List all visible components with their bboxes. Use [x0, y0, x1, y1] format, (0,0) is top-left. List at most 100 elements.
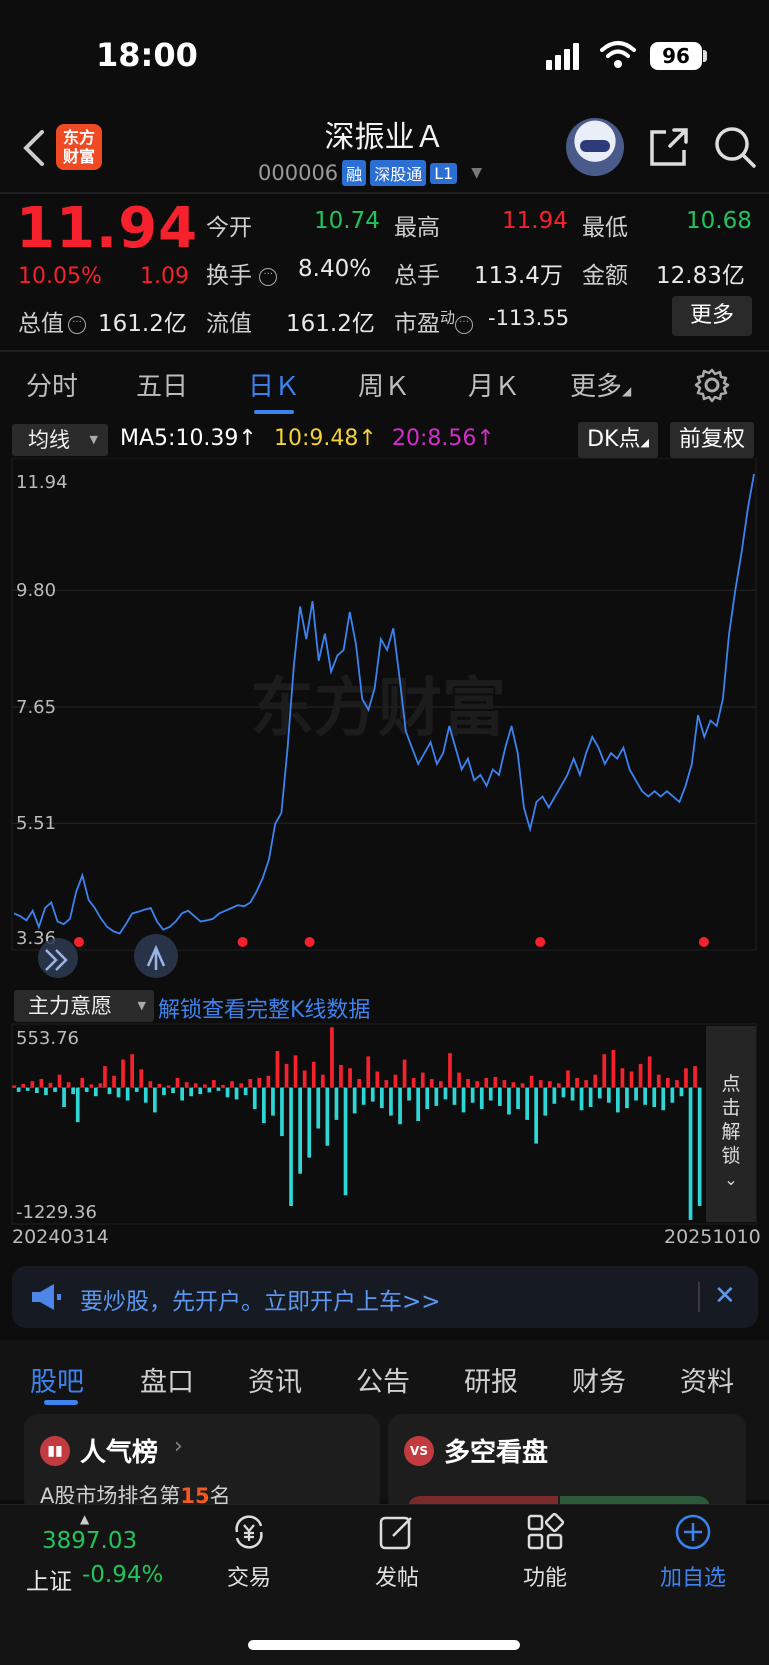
indicator-bar	[216, 1087, 221, 1091]
indicator-bar	[248, 1079, 253, 1088]
index-change[interactable]: -0.94%	[82, 1562, 163, 1588]
tab-order-book[interactable]: 盘口	[140, 1360, 194, 1399]
indicator-bar	[66, 1082, 71, 1088]
indicator-bar	[634, 1087, 638, 1101]
y-tick-label: 5.51	[16, 813, 56, 834]
dk-point-button[interactable]: DK点◢	[578, 422, 658, 458]
tab-announcements[interactable]: 公告	[356, 1360, 410, 1399]
indicator-bar	[84, 1087, 89, 1092]
corner-caret-icon: ◢	[622, 384, 632, 398]
indicator-bar	[411, 1077, 416, 1088]
info-icon[interactable]: ···	[259, 268, 278, 286]
high-label: 最高	[394, 215, 440, 241]
robot-eyes	[580, 140, 610, 152]
indicator-bar	[48, 1082, 53, 1088]
indicator-bar	[684, 1068, 688, 1088]
side-unlock-char: 击	[721, 1097, 741, 1119]
indicator-bar	[625, 1087, 629, 1109]
tab-daily-k[interactable]: 日Ｋ	[248, 366, 300, 403]
indicator-bar	[134, 1087, 139, 1092]
indicator-bar	[488, 1087, 493, 1101]
ma10-text: 10:9.48	[274, 426, 359, 451]
tab-financials[interactable]: 财务	[572, 1360, 626, 1399]
chart-grid	[11, 458, 757, 1225]
share-icon[interactable]	[646, 124, 692, 170]
scroll-left-button[interactable]	[38, 938, 78, 978]
indicator-bar	[198, 1087, 203, 1095]
nav-trade[interactable]: 交易	[194, 1512, 304, 1592]
nav-trade-label: 交易	[226, 1566, 271, 1591]
indicator-bar	[80, 1077, 85, 1088]
indicator-bar	[239, 1083, 243, 1088]
indicator-bar	[284, 1063, 289, 1088]
indicator-bar	[429, 1079, 434, 1088]
tab-more[interactable]: 更多◢	[570, 366, 631, 403]
indicator-bar	[588, 1087, 593, 1107]
close-icon[interactable]: ✕	[714, 1282, 742, 1312]
indicator-select[interactable]: 主力意愿 ▼	[14, 990, 154, 1022]
indicator-bar	[12, 1085, 16, 1088]
tab-five-day[interactable]: 五日	[136, 366, 188, 403]
indicator-bar	[234, 1087, 239, 1100]
indicator-bar	[402, 1059, 407, 1088]
nav-add-watchlist[interactable]: 加自选	[638, 1512, 748, 1592]
indicator-bar	[375, 1071, 380, 1088]
tab-news[interactable]: 资讯	[248, 1360, 302, 1399]
indicator-bar	[289, 1087, 293, 1206]
nav-functions[interactable]: 功能	[490, 1512, 600, 1592]
info-icon[interactable]: ···	[455, 316, 474, 334]
indicator-bar	[25, 1087, 30, 1091]
tab-profile[interactable]: 资料	[680, 1360, 734, 1399]
indicator-bar	[107, 1087, 112, 1095]
tab-intraday[interactable]: 分时	[26, 366, 78, 403]
indicator-bar	[461, 1087, 466, 1113]
tab-research[interactable]: 研报	[464, 1360, 518, 1399]
indicator-bar	[384, 1080, 389, 1088]
indicator-bar	[602, 1054, 607, 1088]
tab-weekly-k[interactable]: 周Ｋ	[358, 366, 410, 403]
kline-chart[interactable]: 东方财富 11.949.807.655.513.36 553.76-1229.3…	[0, 458, 769, 1228]
indicator-bar	[566, 1070, 570, 1088]
active-tab-underline	[254, 410, 294, 414]
indicator-bar	[670, 1087, 675, 1103]
plus-circle-icon	[675, 1514, 711, 1550]
dropdown-caret-icon: ▼	[89, 433, 98, 446]
info-icon[interactable]: ···	[68, 316, 86, 334]
adjust-button[interactable]: 前复权	[670, 422, 754, 458]
compose-icon	[379, 1516, 412, 1550]
search-icon[interactable]	[712, 124, 758, 170]
tab-monthly-k[interactable]: 月Ｋ	[468, 366, 520, 403]
nav-post[interactable]: 发帖	[342, 1512, 452, 1592]
side-unlock-button[interactable]: 点 击 解 锁 ⌄	[706, 1026, 756, 1222]
stock-code-row[interactable]: 000006 融 深股通 L1 ▼	[258, 160, 482, 186]
indicator-y-ticks: 553.76 -1229.36	[16, 1028, 97, 1223]
indicator-bar	[443, 1087, 448, 1100]
index-value[interactable]: 3897.03	[42, 1528, 137, 1554]
indicator-bar	[343, 1087, 348, 1196]
signal-marker	[698, 937, 709, 947]
indicator-bar	[620, 1068, 625, 1088]
popularity-card[interactable]: ▮▮ 人气榜 › A股市场排名第15名	[24, 1414, 380, 1514]
indicator-bar	[366, 1056, 371, 1088]
banner-text[interactable]: 要炒股，先开户。立即开户上车>>	[80, 1282, 441, 1316]
banner-separator	[698, 1282, 700, 1312]
indicator-bar	[212, 1080, 216, 1088]
unlock-kline-link[interactable]: 解锁查看完整K线数据	[158, 992, 370, 1024]
bull-bear-title: 多空看盘	[444, 1438, 549, 1468]
indicator-bar	[21, 1083, 26, 1088]
bull-bear-card[interactable]: VS 多空看盘	[388, 1414, 746, 1514]
indicator-bar	[262, 1087, 266, 1124]
float-cap-label: 流值	[206, 311, 252, 337]
indicator-bar	[203, 1084, 207, 1088]
more-quote-button[interactable]: 更多	[672, 296, 752, 336]
ma-select[interactable]: 均线 ▼	[12, 424, 108, 456]
header-divider	[0, 192, 769, 194]
indicator-bar	[693, 1066, 697, 1088]
indicator-bar	[697, 1087, 702, 1206]
indicator-bar	[189, 1087, 193, 1097]
gear-icon[interactable]	[694, 367, 730, 403]
indicator-bar	[316, 1087, 321, 1129]
ma20-value: 20:8.56↑	[392, 426, 495, 451]
index-name[interactable]: 上证	[26, 1562, 72, 1596]
tab-forum[interactable]: 股吧	[30, 1360, 84, 1399]
